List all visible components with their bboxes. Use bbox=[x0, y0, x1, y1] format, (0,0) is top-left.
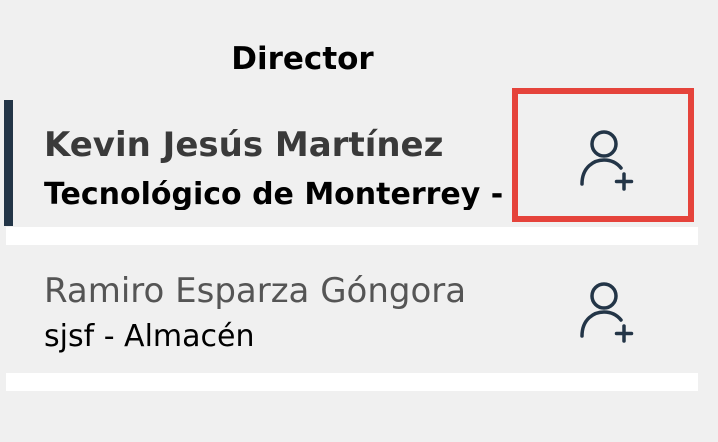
list-item-person-1[interactable]: Kevin Jesús Martínez Tecnológico de Mont… bbox=[4, 100, 698, 226]
person-name: Ramiro Esparza Góngora bbox=[44, 271, 467, 311]
section-title: Director bbox=[231, 41, 374, 77]
row-divider bbox=[6, 373, 698, 391]
add-user-button[interactable] bbox=[568, 274, 648, 354]
person-organization: sjsf - Almacén bbox=[44, 319, 255, 354]
add-user-icon bbox=[580, 130, 634, 191]
add-user-icon bbox=[580, 282, 634, 343]
person-organization: Tecnológico de Monterrey - bbox=[44, 180, 504, 210]
director-list-panel: Director Kevin Jesús Martínez Tecnológic… bbox=[0, 0, 718, 442]
add-user-button[interactable] bbox=[568, 122, 648, 202]
row-divider bbox=[6, 227, 698, 245]
person-name: Kevin Jesús Martínez bbox=[44, 125, 444, 165]
list-item-person-2[interactable]: Ramiro Esparza Góngora sjsf - Almacén bbox=[6, 246, 698, 372]
